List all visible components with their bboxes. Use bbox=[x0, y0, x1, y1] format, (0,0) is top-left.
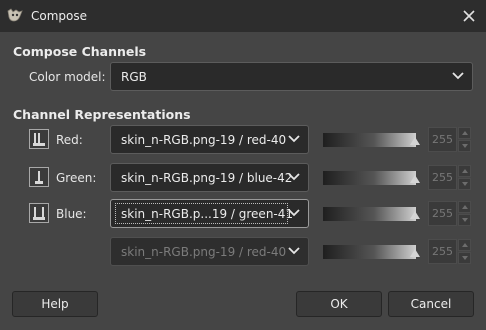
green-channel-icon bbox=[29, 167, 49, 187]
red-value-spinner: 255 bbox=[428, 127, 471, 152]
color-model-select[interactable]: RGB bbox=[110, 62, 473, 91]
cancel-button[interactable]: Cancel bbox=[388, 291, 474, 317]
alpha-source-select: skin_n-RGB.png-19 / red-40 bbox=[110, 237, 309, 266]
color-model-label: Color model: bbox=[29, 70, 106, 84]
arrow-down-icon bbox=[461, 256, 468, 260]
arrow-up-icon bbox=[461, 131, 468, 135]
increment-button bbox=[458, 127, 471, 139]
color-model-value: RGB bbox=[121, 69, 147, 84]
alpha-range-slider bbox=[323, 245, 420, 259]
arrow-up-icon bbox=[461, 205, 468, 209]
compose-channels-heading: Compose Channels bbox=[13, 44, 147, 59]
decrement-button bbox=[458, 252, 471, 264]
title-bar: Compose bbox=[0, 0, 486, 32]
chevron-down-icon bbox=[288, 247, 300, 255]
decrement-button bbox=[458, 214, 471, 226]
green-value: 255 bbox=[428, 165, 457, 190]
chevron-down-icon bbox=[288, 173, 300, 181]
blue-value: 255 bbox=[428, 201, 457, 226]
alpha-value-spinner: 255 bbox=[428, 239, 471, 264]
window-title: Compose bbox=[31, 9, 88, 23]
help-button[interactable]: Help bbox=[12, 291, 98, 317]
chevron-down-icon bbox=[452, 72, 464, 80]
arrow-up-icon bbox=[461, 243, 468, 247]
blue-channel-icon bbox=[29, 203, 49, 223]
green-source-value: skin_n-RGB.png-19 / blue-42 bbox=[121, 170, 293, 185]
arrow-up-icon bbox=[461, 169, 468, 173]
red-source-select[interactable]: skin_n-RGB.png-19 / red-40 bbox=[110, 125, 309, 154]
red-channel-icon bbox=[29, 129, 49, 149]
blue-label: Blue: bbox=[56, 207, 87, 221]
red-value: 255 bbox=[428, 127, 457, 152]
close-icon bbox=[463, 10, 475, 22]
green-range-slider[interactable] bbox=[323, 171, 420, 185]
green-value-spinner: 255 bbox=[428, 165, 471, 190]
red-range-slider[interactable] bbox=[323, 133, 420, 147]
blue-source-select[interactable]: skin_n-RGB.p...19 / green-41 bbox=[110, 199, 309, 228]
increment-button bbox=[458, 239, 471, 251]
wilber-icon bbox=[7, 8, 23, 22]
green-label: Green: bbox=[56, 171, 97, 185]
slider-handle-icon[interactable] bbox=[410, 211, 420, 219]
arrow-down-icon bbox=[461, 218, 468, 222]
channel-representations-heading: Channel Representations bbox=[13, 107, 191, 122]
increment-button bbox=[458, 165, 471, 177]
chevron-down-icon bbox=[288, 135, 300, 143]
blue-value-spinner: 255 bbox=[428, 201, 471, 226]
increment-button bbox=[458, 201, 471, 213]
blue-range-slider[interactable] bbox=[323, 207, 420, 221]
ok-button[interactable]: OK bbox=[296, 291, 382, 317]
slider-handle-icon[interactable] bbox=[410, 137, 420, 145]
close-button[interactable] bbox=[459, 6, 479, 26]
green-source-select[interactable]: skin_n-RGB.png-19 / blue-42 bbox=[110, 163, 309, 192]
arrow-down-icon bbox=[461, 182, 468, 186]
decrement-button bbox=[458, 140, 471, 152]
slider-handle-icon[interactable] bbox=[410, 175, 420, 183]
red-label: Red: bbox=[56, 133, 83, 147]
slider-handle-icon bbox=[410, 249, 420, 257]
focus-ring bbox=[115, 203, 288, 224]
arrow-down-icon bbox=[461, 144, 468, 148]
alpha-value: 255 bbox=[428, 239, 457, 264]
chevron-down-icon bbox=[288, 209, 300, 217]
alpha-source-value: skin_n-RGB.png-19 / red-40 bbox=[121, 244, 287, 259]
red-source-value: skin_n-RGB.png-19 / red-40 bbox=[121, 132, 287, 147]
decrement-button bbox=[458, 178, 471, 190]
